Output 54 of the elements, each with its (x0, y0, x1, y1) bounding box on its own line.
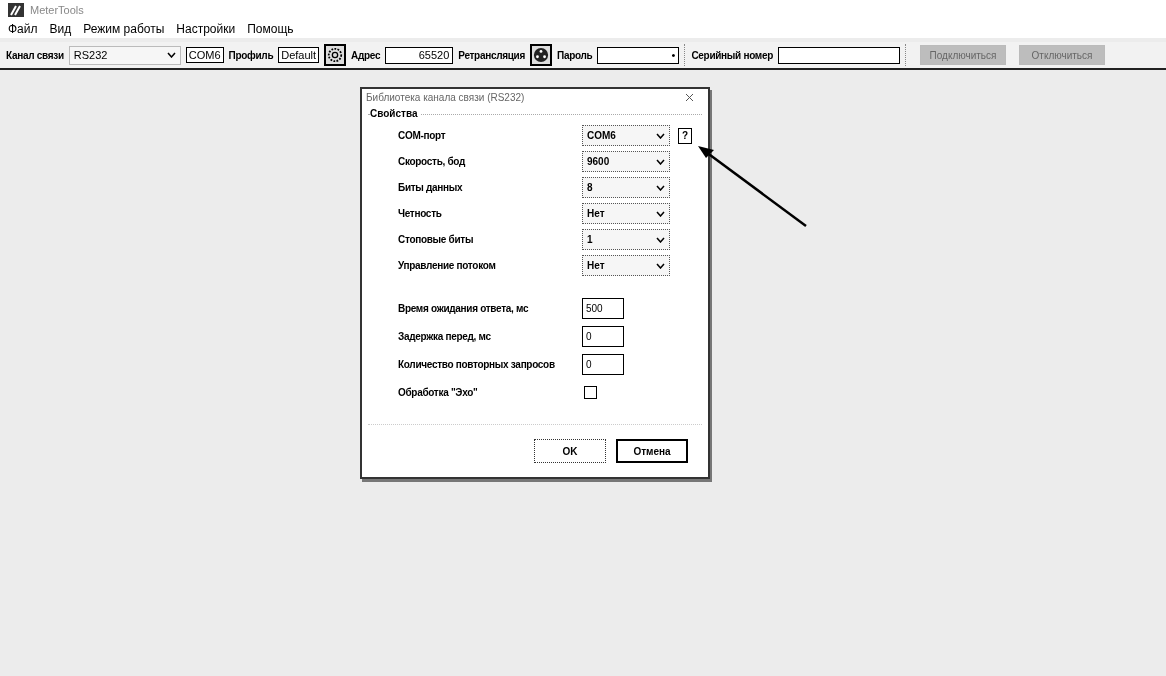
relay-toggle-icon[interactable] (530, 44, 552, 66)
select-field[interactable]: 9600 (582, 151, 670, 172)
field-label: Четность (398, 208, 443, 219)
select-field[interactable]: 8 (582, 177, 670, 198)
toolbar-label: Пароль (557, 49, 593, 61)
menu-item[interactable]: Помощь (247, 22, 294, 36)
chevron-down-icon (656, 236, 665, 243)
input-field[interactable]: 500 (582, 298, 624, 319)
toolbar-label: Серийный номер (691, 49, 773, 61)
toolbar-label: Канал связи (6, 49, 64, 61)
chevron-down-icon (656, 132, 665, 139)
checkbox[interactable] (584, 386, 597, 399)
chevron-down-icon (656, 158, 665, 165)
close-icon[interactable] (685, 93, 694, 102)
select-field[interactable]: 1 (582, 229, 670, 250)
chevron-down-icon (656, 210, 665, 217)
chevron-down-icon (166, 52, 176, 58)
port-label: COM6 (185, 47, 224, 63)
toolbar-label: Адрес (351, 49, 381, 61)
select-field[interactable]: Нет (582, 203, 670, 224)
field-label: Обработка "Эхо" (398, 387, 479, 398)
chevron-down-icon (656, 184, 665, 191)
channel-dropdown[interactable]: RS232 (68, 45, 181, 65)
password-field[interactable]: • (597, 46, 680, 64)
input-field[interactable]: 0 (582, 326, 624, 347)
field-label: Количество повторных запросов (398, 359, 556, 370)
toolbar-label: Ретрансляция (458, 49, 525, 61)
address-field[interactable]: 65520 (385, 46, 454, 64)
field-label: COM-порт (398, 130, 447, 141)
field-label: Управление потоком (398, 260, 497, 271)
menu-item[interactable]: Настройки (176, 22, 236, 36)
field-label: Скорость, бод (398, 156, 467, 167)
field-label: Время ожидания ответа, мс (398, 303, 530, 314)
group-title: Свойства (370, 108, 421, 119)
field-label: Задержка перед, мс (398, 331, 492, 342)
menu-item[interactable]: Файл (8, 22, 38, 36)
field-label: Стоповые биты (398, 234, 475, 245)
window-title: MeterTools (30, 4, 84, 16)
select-field[interactable]: COM6 (582, 125, 670, 146)
profile-label: Default (278, 47, 320, 63)
menu-item[interactable]: Режим работы (83, 22, 165, 36)
dialog-title: Библиотека канала связи (RS232) (366, 92, 525, 103)
gear-icon[interactable] (324, 44, 347, 66)
toolbar-label: Профиль (228, 49, 274, 61)
chevron-down-icon (656, 262, 665, 269)
dialog-button[interactable]: OK (534, 439, 606, 463)
input-field[interactable]: 0 (582, 354, 624, 375)
field-label: Биты данных (398, 182, 464, 193)
select-field[interactable]: Нет (582, 255, 670, 276)
menu-item[interactable]: Вид (49, 22, 72, 36)
serial-number-field[interactable] (778, 46, 900, 64)
help-button[interactable]: ? (678, 127, 692, 144)
app-logo-icon (8, 3, 24, 17)
dialog-button[interactable]: Отмена (616, 439, 688, 463)
